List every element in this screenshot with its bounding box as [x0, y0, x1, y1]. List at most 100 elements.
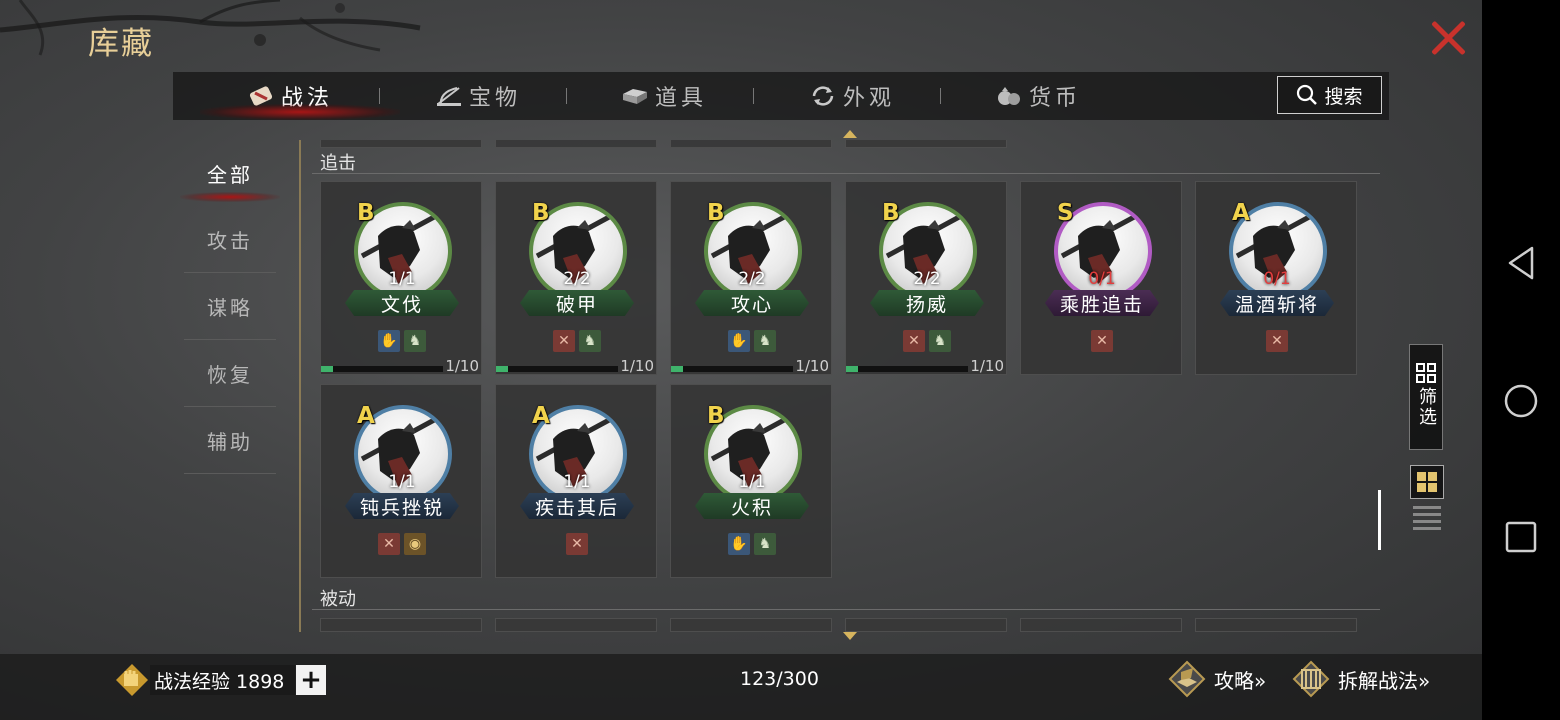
progress-text: 1/10: [970, 357, 1004, 375]
tactic-tags: ✋ ♞: [671, 533, 833, 555]
list-view-toggle[interactable]: [1413, 506, 1441, 530]
tab-label: 外观: [843, 86, 896, 111]
tab-divider: [566, 88, 567, 104]
card-stub: [1195, 618, 1357, 632]
tab-appearance[interactable]: 外观: [809, 72, 895, 120]
tactic-card[interactable]: A 1/1 疾击其后 ✕: [495, 384, 657, 578]
section-title-pursuit: 追击: [320, 153, 356, 174]
refresh-icon: [809, 84, 837, 108]
tactic-tags: ✕: [1021, 330, 1183, 352]
scroll-down-arrow-icon[interactable]: [843, 632, 857, 640]
tactic-name: 扬威: [870, 290, 984, 316]
progress-text: 1/10: [795, 357, 829, 375]
sidebar-item-label: 全部: [207, 162, 253, 187]
hand-icon: ✋: [378, 330, 400, 352]
decompose-tactics-button[interactable]: 拆解战法»: [1292, 660, 1430, 698]
filter-button[interactable]: 筛选: [1409, 344, 1443, 450]
tactic-tags: ✕ ♞: [846, 330, 1008, 352]
progress-text: 1/10: [620, 357, 654, 375]
tactic-name: 火积: [695, 493, 809, 519]
sidebar-item-support[interactable]: 辅助: [184, 407, 276, 474]
tactic-level: 1/1: [563, 472, 591, 492]
progress-fill: [671, 366, 684, 372]
soldier-icon: ♞: [929, 330, 951, 352]
close-icon[interactable]: [1428, 18, 1468, 58]
recent-apps-nav-icon[interactable]: [1482, 520, 1560, 554]
sidebar-item-label: 谋略: [207, 295, 253, 320]
card-stub: [1020, 618, 1182, 632]
tactic-name: 文伐: [345, 290, 459, 316]
card-stub: [845, 618, 1007, 632]
tab-currency[interactable]: 货币: [995, 72, 1081, 120]
inventory-count: 123/300: [740, 668, 819, 690]
search-label: 搜索: [1324, 85, 1363, 108]
card-stub: [495, 618, 657, 632]
tactic-card[interactable]: A 0/1 温酒斩将 ✕: [1195, 181, 1357, 375]
grade-badge: B: [882, 200, 900, 226]
tactic-level: 1/1: [388, 269, 416, 289]
scrollbar[interactable]: [1378, 490, 1381, 550]
tactic-name: 疾击其后: [520, 493, 634, 519]
tactic-level: 1/1: [738, 472, 766, 492]
tactics-list: 追击 B 1/1 文伐 ✋ ♞ 1/10 B 2/2 破甲 ✕ ♞ 1/10 B 2/2 攻心 ✋ ♞ 1/10 B…: [312, 140, 1380, 633]
decompose-label: 拆解战法»: [1338, 668, 1431, 693]
tactic-name: 钝兵挫锐: [345, 493, 459, 519]
ink-branch-decoration: [0, 0, 421, 56]
crossed-swords-icon: ✕: [1091, 330, 1113, 352]
grid-view-toggle[interactable]: [1410, 465, 1444, 499]
tactic-tags: ✕ ◉: [321, 533, 483, 555]
card-stub: [845, 140, 1007, 148]
soldier-icon: ♞: [754, 533, 776, 555]
tactic-tags: ✕: [1196, 330, 1358, 352]
grade-badge: S: [1057, 200, 1074, 226]
add-exp-button[interactable]: +: [296, 665, 326, 695]
money-bag-icon: [995, 84, 1023, 108]
back-nav-icon[interactable]: [1482, 245, 1560, 281]
soldier-icon: ♞: [404, 330, 426, 352]
tactic-card[interactable]: A 1/1 钝兵挫锐 ✕ ◉: [320, 384, 482, 578]
tactic-name: 温酒斩将: [1220, 290, 1334, 316]
tab-items[interactable]: 道具: [621, 72, 707, 120]
sidebar-item-all[interactable]: 全部: [180, 140, 280, 206]
tactic-card[interactable]: B 2/2 攻心 ✋ ♞ 1/10: [670, 181, 832, 375]
sidebar-item-strategy[interactable]: 谋略: [184, 273, 276, 340]
decompose-icon: [1292, 660, 1330, 698]
tactic-card[interactable]: B 1/1 文伐 ✋ ♞ 1/10: [320, 181, 482, 375]
tactic-card[interactable]: B 2/2 破甲 ✕ ♞ 1/10: [495, 181, 657, 375]
card-stub: [320, 140, 482, 148]
section-divider: [312, 173, 1380, 174]
tactics-exp: 战法经验 1898: [150, 665, 295, 695]
progress-fill: [846, 366, 859, 372]
sidebar-item-label: 辅助: [207, 429, 253, 454]
sidebar-item-recovery[interactable]: 恢复: [184, 340, 276, 407]
crossed-swords-icon: ✕: [566, 533, 588, 555]
crossed-swords-icon: ✕: [378, 533, 400, 555]
tab-divider: [940, 88, 941, 104]
tab-label: 道具: [655, 86, 708, 111]
tactic-card[interactable]: B 1/1 火积 ✋ ♞: [670, 384, 832, 578]
grade-badge: B: [532, 200, 550, 226]
section-title-passive: 被动: [320, 589, 356, 610]
card-stub: [670, 618, 832, 632]
scroll-up-arrow-icon[interactable]: [843, 130, 857, 138]
home-nav-icon[interactable]: [1482, 383, 1560, 419]
tab-treasures[interactable]: 宝物: [435, 72, 521, 120]
tactic-card[interactable]: B 2/2 扬威 ✕ ♞ 1/10: [845, 181, 1007, 375]
search-icon: [1297, 84, 1318, 105]
tactic-name: 破甲: [520, 290, 634, 316]
book-icon: [1168, 660, 1206, 698]
section-divider: [312, 609, 1380, 610]
sidebar-item-attack[interactable]: 攻击: [184, 206, 276, 273]
tactic-name: 乘胜追击: [1045, 290, 1159, 316]
grade-badge: A: [357, 403, 375, 429]
list-view-icon: [1413, 527, 1441, 530]
search-button[interactable]: 搜索: [1277, 76, 1382, 114]
active-tab-glow: [200, 104, 400, 120]
page-title: 库藏: [88, 26, 154, 62]
grade-badge: B: [357, 200, 375, 226]
tactic-card[interactable]: S 0/1 乘胜追击 ✕: [1020, 181, 1182, 375]
tactic-level: 2/2: [738, 269, 766, 289]
progress-fill: [496, 366, 509, 372]
guide-button[interactable]: 攻略»: [1168, 660, 1266, 698]
grade-badge: A: [532, 403, 550, 429]
